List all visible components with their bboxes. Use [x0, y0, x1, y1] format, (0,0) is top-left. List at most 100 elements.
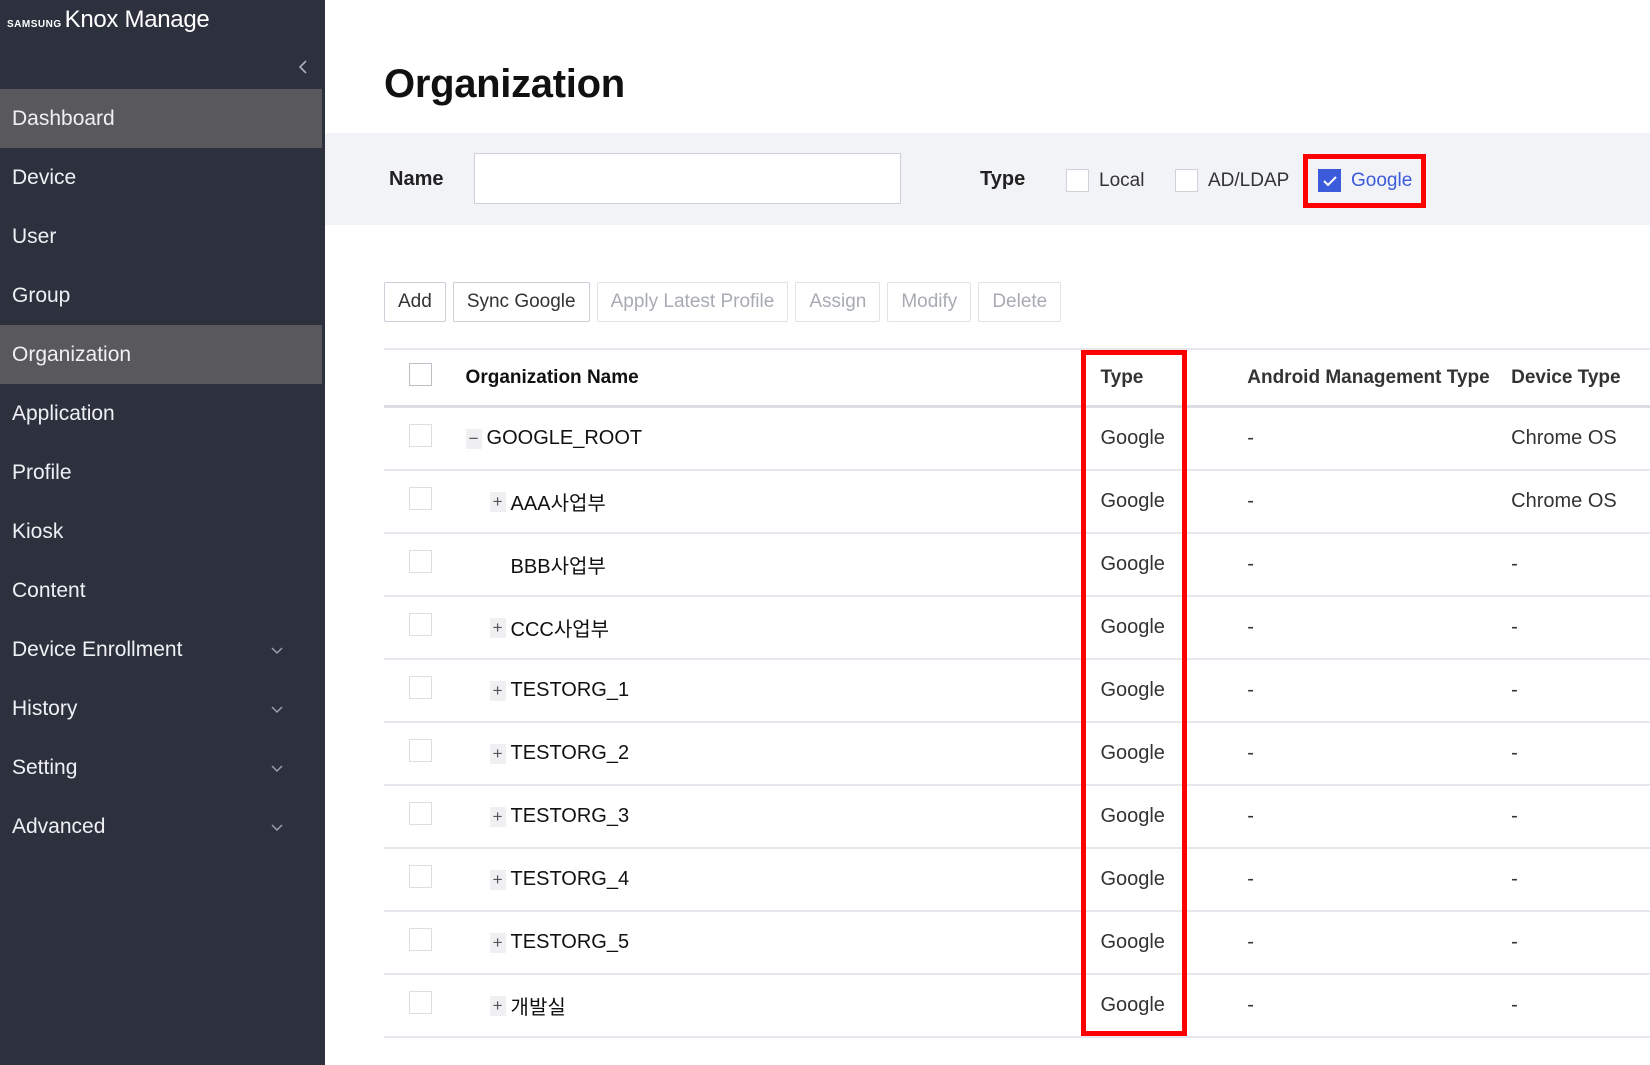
sync-google-button[interactable]: Sync Google: [452, 282, 590, 322]
table-row[interactable]: + TESTORG_2 Google - -: [384, 723, 1650, 786]
row-checkbox[interactable]: [409, 991, 432, 1014]
type-option-google[interactable]: Google: [1318, 169, 1412, 192]
sidebar-item-user[interactable]: User: [0, 207, 322, 266]
row-checkbox[interactable]: [409, 739, 432, 762]
table-row[interactable]: + TESTORG_3 Google - -: [384, 786, 1650, 849]
sidebar-item-dashboard[interactable]: Dashboard: [0, 89, 322, 148]
sidebar-item-label: Advanced: [12, 814, 106, 838]
brand-name: SAMSUNG: [7, 19, 62, 30]
expand-icon[interactable]: +: [489, 743, 506, 764]
device-type-cell: -: [1511, 805, 1518, 827]
organization-name[interactable]: TESTORG_5: [511, 931, 630, 954]
device-type-cell: -: [1511, 868, 1518, 890]
row-checkbox[interactable]: [409, 676, 432, 699]
sidebar-item-history[interactable]: History: [0, 679, 322, 738]
expand-icon[interactable]: +: [489, 995, 506, 1016]
type-cell: Google: [1100, 679, 1165, 701]
organization-name-cell: + TESTORG_3: [466, 805, 1101, 828]
organization-name[interactable]: TESTORG_2: [511, 742, 630, 765]
sidebar-collapse-button[interactable]: [295, 55, 311, 79]
organization-name[interactable]: TESTORG_4: [511, 868, 630, 891]
expand-icon[interactable]: +: [489, 491, 506, 512]
row-checkbox[interactable]: [409, 865, 432, 888]
app-logo[interactable]: SAMSUNG Knox Manage: [7, 6, 210, 42]
organization-name-cell: + AAA사업부: [466, 487, 1101, 516]
device-type-cell: -: [1511, 679, 1518, 701]
organization-name[interactable]: CCC사업부: [511, 613, 610, 642]
select-all-checkbox[interactable]: [409, 363, 432, 386]
type-filter-label: Type: [980, 168, 1026, 190]
sidebar-item-group[interactable]: Group: [0, 266, 322, 325]
organization-name[interactable]: TESTORG_1: [511, 679, 630, 702]
sidebar-item-advanced[interactable]: Advanced: [0, 797, 322, 856]
chevron-down-icon: [271, 764, 283, 772]
adldap-checkbox[interactable]: [1175, 169, 1198, 192]
sidebar-item-application[interactable]: Application: [0, 384, 322, 443]
organization-name[interactable]: BBB사업부: [511, 550, 606, 579]
table-row[interactable]: + TESTORG_4 Google - -: [384, 849, 1650, 912]
table-row[interactable]: + AAA사업부 Google - Chrome OS: [384, 471, 1650, 534]
sidebar-item-kiosk[interactable]: Kiosk: [0, 502, 322, 561]
expand-icon[interactable]: +: [489, 806, 506, 827]
column-header-organization-name[interactable]: Organization Name: [466, 367, 1101, 389]
row-checkbox[interactable]: [409, 928, 432, 951]
delete-button[interactable]: Delete: [978, 282, 1062, 322]
sidebar-item-label: Device: [12, 165, 77, 189]
expand-icon[interactable]: +: [489, 932, 506, 953]
row-checkbox[interactable]: [409, 487, 432, 510]
local-label: Local: [1099, 169, 1145, 191]
table-row[interactable]: + CCC사업부 Google - -: [384, 597, 1650, 660]
table-header-row: Organization Name Type Android Managemen…: [384, 350, 1650, 408]
type-cell: Google: [1100, 427, 1165, 449]
table-row[interactable]: + 개발실 Google - -: [384, 975, 1650, 1038]
table-row[interactable]: + TESTORG_5 Google - -: [384, 912, 1650, 975]
sidebar-item-device-enrollment[interactable]: Device Enrollment: [0, 620, 322, 679]
assign-button[interactable]: Assign: [795, 282, 881, 322]
chevron-down-icon: [271, 823, 283, 831]
organization-name-cell: BBB사업부: [466, 550, 1101, 579]
chevron-down-icon: [271, 705, 283, 713]
product-name: Knox Manage: [64, 6, 210, 33]
collapse-icon[interactable]: −: [465, 428, 482, 449]
column-header-type[interactable]: Type: [1100, 367, 1247, 389]
row-checkbox[interactable]: [409, 613, 432, 636]
add-button[interactable]: Add: [384, 282, 446, 322]
sidebar-item-setting[interactable]: Setting: [0, 738, 322, 797]
type-option-adldap[interactable]: AD/LDAP: [1175, 169, 1289, 192]
organization-name[interactable]: TESTORG_3: [511, 805, 630, 828]
table-row[interactable]: + TESTORG_1 Google - -: [384, 660, 1650, 723]
row-checkbox[interactable]: [409, 424, 432, 447]
sidebar-item-content[interactable]: Content: [0, 561, 322, 620]
row-checkbox[interactable]: [409, 550, 432, 573]
local-checkbox[interactable]: [1066, 169, 1089, 192]
sidebar: SAMSUNG Knox Manage Dashboard Device User G…: [0, 0, 325, 1065]
table-row[interactable]: BBB사업부 Google - -: [384, 534, 1650, 597]
android-management-type-cell: -: [1247, 994, 1254, 1016]
device-type-cell: -: [1511, 994, 1518, 1016]
sidebar-item-profile[interactable]: Profile: [0, 443, 322, 502]
organization-name[interactable]: AAA사업부: [511, 487, 606, 516]
action-toolbar: Add Sync Google Apply Latest Profile Assign…: [384, 282, 1062, 322]
main-content: Organization Name Type Local AD/LDAP Goo…: [325, 0, 1650, 1065]
name-filter-input[interactable]: [474, 153, 901, 204]
device-type-cell: -: [1511, 553, 1518, 575]
expand-icon[interactable]: +: [489, 617, 506, 638]
apply-latest-profile-button[interactable]: Apply Latest Profile: [596, 282, 789, 322]
organization-name-cell: + TESTORG_1: [466, 679, 1101, 702]
organization-name[interactable]: GOOGLE_ROOT: [487, 427, 643, 450]
page-title: Organization: [384, 62, 625, 106]
expand-icon[interactable]: +: [489, 680, 506, 701]
organization-name[interactable]: 개발실: [511, 991, 566, 1020]
column-header-device-type[interactable]: Device Type: [1511, 367, 1650, 389]
google-checkbox[interactable]: [1318, 169, 1341, 192]
table-row[interactable]: − GOOGLE_ROOT Google - Chrome OS: [384, 408, 1650, 471]
row-checkbox[interactable]: [409, 802, 432, 825]
type-option-local[interactable]: Local: [1066, 169, 1144, 192]
column-header-android-management-type[interactable]: Android Management Type: [1247, 367, 1511, 389]
sidebar-item-device[interactable]: Device: [0, 148, 322, 207]
expand-icon[interactable]: +: [489, 869, 506, 890]
filter-bar: Name Type Local AD/LDAP Google: [325, 133, 1650, 225]
sidebar-item-organization[interactable]: Organization: [0, 325, 322, 384]
modify-button[interactable]: Modify: [887, 282, 972, 322]
type-cell: Google: [1100, 994, 1165, 1016]
